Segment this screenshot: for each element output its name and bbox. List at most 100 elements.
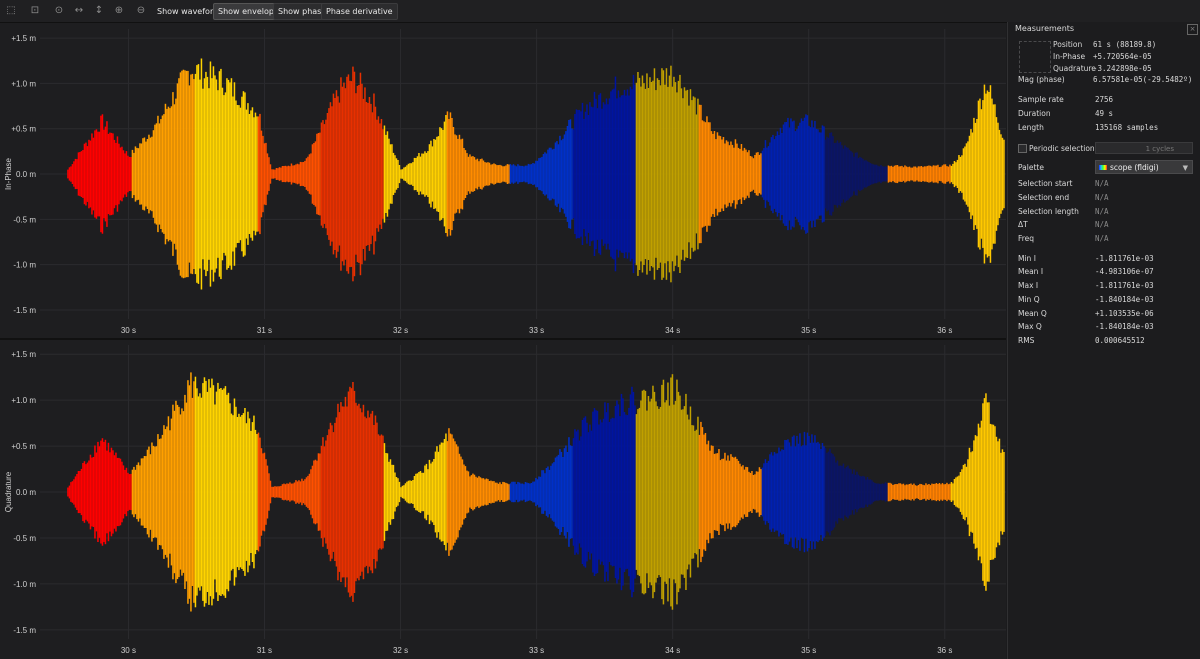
zoom-in-icon[interactable]: ⊕ [112,4,126,18]
waveform-sample [152,445,155,538]
waveform-sample [463,464,465,520]
waveform-sample [268,473,270,511]
waveform-sample [929,485,932,499]
zoom-fit-icon[interactable]: ⊙ [52,4,66,18]
waveform-sample [799,122,801,226]
waveform-sample [335,417,338,567]
waveform-sample [946,482,948,502]
waveform-sample [121,146,123,202]
waveform-sample [797,125,800,223]
waveform-sample [511,481,513,503]
waveform-sample [241,415,243,569]
waveform-sample [950,165,953,183]
waveform-sample [778,447,780,537]
waveform-sample [175,98,177,250]
waveform-plots[interactable]: +1.5 m +1.0 m +0.5 m 0.0 m -0.5 m -1.0 m -1.5 … [0,23,1006,659]
waveform-sample [146,139,149,209]
waveform-sample [896,165,899,184]
waveform-sample [734,139,737,209]
waveform-sample [413,157,416,191]
waveform-sample [647,396,650,588]
waveform-sample [670,65,672,283]
waveform-sample [503,482,506,502]
cycles-input[interactable]: 1 cycles [1095,142,1193,154]
waveform-sample [784,440,786,545]
waveform-sample [496,165,498,183]
waveform-sample [820,132,822,216]
waveform-sample [500,165,503,183]
waveform-sample [224,386,227,598]
waveform-sample [730,141,732,207]
waveform-sample [962,148,965,200]
waveform-sample [539,476,542,508]
waveform-sample [338,412,341,572]
waveform-sample [475,159,477,189]
waveform-sample [560,140,563,208]
waveform-sample [472,473,474,511]
waveform-sample [115,142,117,206]
waveform-sample [310,153,312,195]
waveform-sample [125,151,128,197]
waveform-sample [409,163,411,185]
waveform-sample [823,126,825,222]
waveform-sample [544,473,546,511]
waveform-sample [796,129,798,219]
waveform-sample [146,449,149,535]
palette-label: Palette [1018,163,1044,172]
waveform-sample [827,137,830,211]
waveform-sample [839,465,842,519]
waveform-sample [613,88,615,260]
waveform-sample [499,482,501,502]
waveform-sample [713,131,716,217]
pan-vertical-icon[interactable]: ↕ [92,4,106,18]
palette-select[interactable]: scope (fldigi) ▼ [1095,160,1193,174]
waveform-sample [931,483,933,501]
waveform-sample [775,453,777,531]
waveform-sample [353,390,356,593]
waveform-sample [442,442,444,542]
waveform-sample [890,483,893,501]
min-i-value: -1.811761e-03 [1095,254,1154,263]
waveform-sample [695,114,698,234]
waveform-sample [236,417,239,568]
waveform-sample [614,406,617,578]
waveform-sample [839,141,842,207]
waveform-sample [596,108,599,240]
waveform-sample [142,458,144,526]
waveform-sample [542,470,545,514]
waveform-sample [161,434,164,550]
zoom-out-icon[interactable]: ⊖ [134,4,148,18]
waveform-sample [221,389,224,595]
waveform-sample [916,485,918,499]
waveform-sample [86,146,89,202]
waveform-sample [347,74,350,274]
waveform-sample [400,169,402,179]
waveform-sample [532,481,534,503]
waveform-sample [478,476,480,508]
waveform-sample [82,150,84,198]
waveform-sample [323,124,326,224]
select-tool-icon[interactable]: ⬚ [4,4,18,18]
waveform-sample [313,143,315,205]
waveform-sample [497,483,500,501]
waveform-sample [158,123,161,225]
waveform-sample [755,471,758,513]
waveform-sample [658,80,660,268]
waveform-sample [959,156,962,192]
waveform-sample [271,486,273,498]
waveform-sample [943,484,945,500]
waveform-sample [728,460,731,524]
waveform-sample [554,142,557,206]
waveform-sample [248,418,251,566]
phase-derivative-button[interactable]: Phase derivative [321,3,398,20]
waveform-sample [127,472,129,512]
pan-horizontal-icon[interactable]: ↔ [72,4,86,18]
close-icon[interactable]: × [1187,24,1198,35]
waveform-sample [226,78,228,270]
waveform-sample [1003,452,1005,532]
waveform-sample [608,98,611,250]
periodic-selection-checkbox[interactable] [1018,144,1027,153]
zoom-box-icon[interactable]: ⊡ [28,4,42,18]
waveform-sample [731,456,734,528]
waveform-sample [251,422,254,562]
